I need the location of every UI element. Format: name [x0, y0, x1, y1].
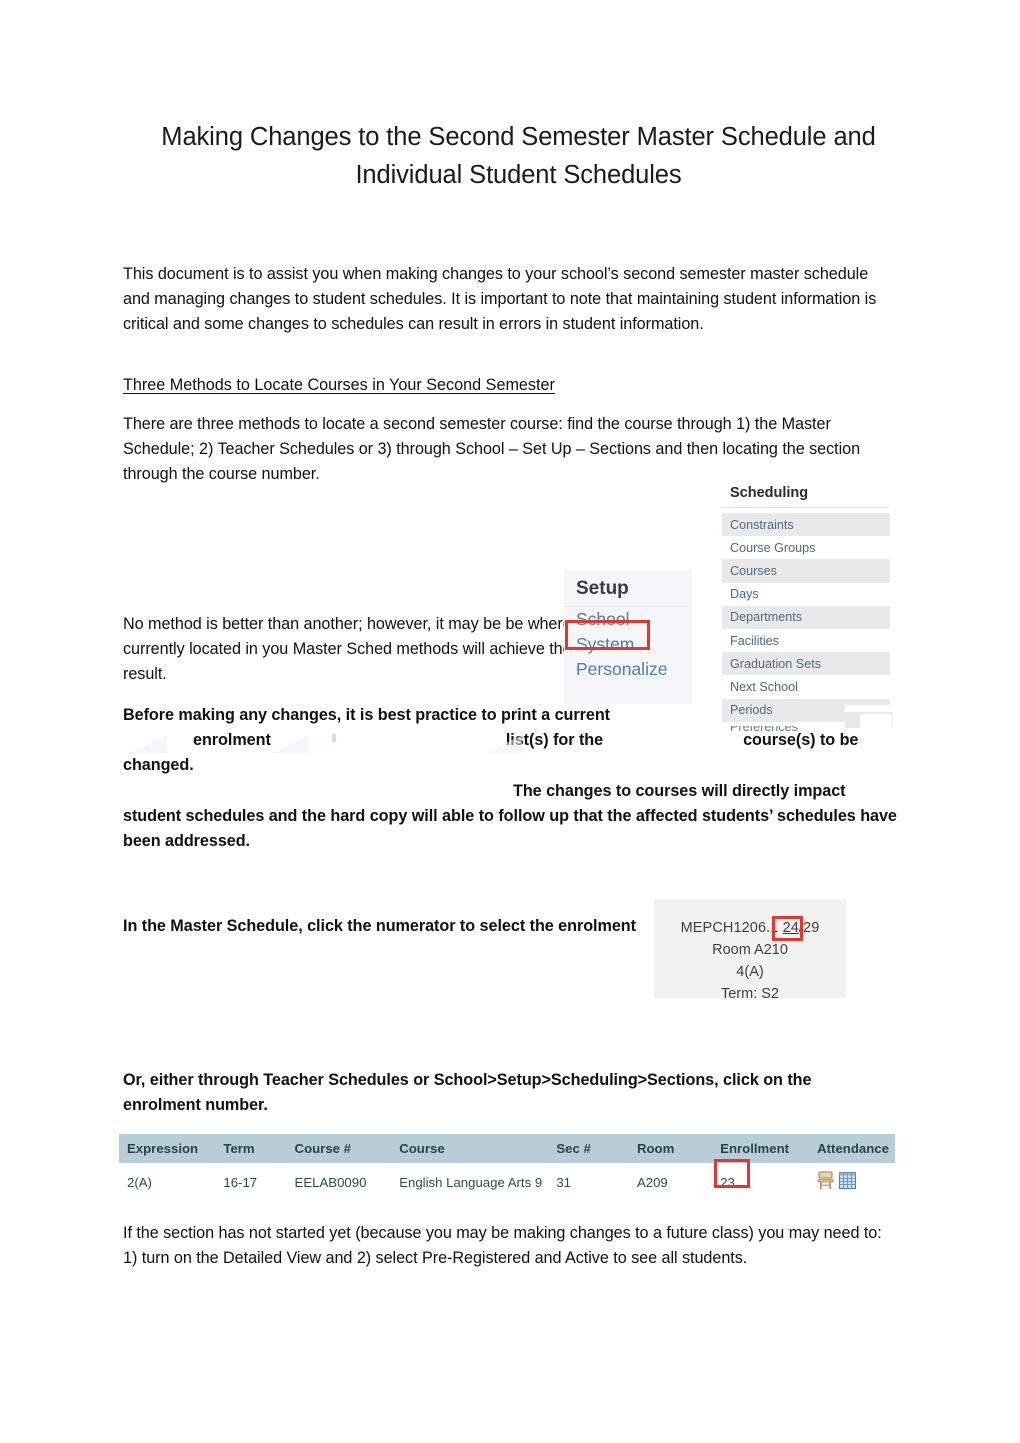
course-card-room: Room A210: [712, 942, 788, 958]
scheduling-panel-title: Scheduling: [722, 485, 890, 508]
residual-triangle-artifact: [486, 735, 522, 753]
column-header-course: Course: [391, 1134, 549, 1163]
cell-attendance: [809, 1163, 895, 1201]
column-header-attendance: Attendance: [809, 1134, 895, 1163]
best-practice-line2: The changes to courses will directly imp…: [513, 781, 846, 800]
methods-paragraph: There are three methods to locate a seco…: [123, 415, 861, 484]
cell-term: 16-17: [215, 1163, 287, 1201]
cell-sec-number: 31: [548, 1163, 629, 1201]
course-card-first-line: MEPCH1206.1 24/29: [654, 899, 846, 939]
cell-room: A209: [628, 1163, 713, 1201]
cell-course-number: EELAB0090: [286, 1163, 392, 1201]
best-practice-paragraph: Before making any changes, it is best pr…: [123, 703, 898, 854]
intro-paragraph: This document is to assist you when maki…: [123, 265, 877, 334]
teacher-schedules-instruction: Or, either through Teacher Schedules or …: [123, 1071, 812, 1115]
scheduling-panel-screenshot: Scheduling Constraints Course Groups Cou…: [722, 485, 890, 734]
desk-icon[interactable]: [817, 1171, 834, 1193]
sidebar-item-graduation-sets[interactable]: Graduation Sets: [722, 652, 890, 676]
best-practice-enrolment: enrolment: [193, 731, 271, 750]
column-header-room: Room: [628, 1134, 713, 1163]
column-header-sec-number: Sec #: [548, 1134, 629, 1163]
enrollment-highlight-box: [714, 1159, 750, 1188]
document-page: Making Changes to the Second Semester Ma…: [0, 0, 1020, 1443]
course-card-term: Term: S2: [720, 986, 779, 1002]
cell-expression: 2(A): [119, 1163, 216, 1201]
course-card-course-number: MEPCH1206.1: [680, 920, 779, 936]
residual-triangle-artifact: [131, 735, 167, 753]
sidebar-item-course-groups[interactable]: Course Groups: [722, 536, 890, 559]
residual-dot-artifact: [332, 734, 336, 742]
master-schedule-instruction: In the Master Schedule, click the numera…: [123, 917, 636, 935]
sidebar-item-courses[interactable]: Courses: [722, 559, 890, 583]
best-practice-line1: Before making any changes, it is best pr…: [123, 706, 611, 724]
table-header-row: Expression Term Course # Course Sec # Ro…: [119, 1134, 895, 1163]
methods-heading: Three Methods to Locate Courses in Your …: [123, 376, 555, 394]
column-header-expression: Expression: [119, 1134, 216, 1163]
table-row: 2(A) 16-17 EELAB0090 English Language Ar…: [119, 1163, 895, 1201]
sections-table-screenshot: Expression Term Course # Course Sec # Ro…: [119, 1134, 895, 1201]
best-practice-line3: student schedules and the hard copy will…: [123, 806, 897, 851]
sidebar-item-facilities[interactable]: Facilities: [722, 629, 890, 652]
sidebar-item-days[interactable]: Days: [722, 583, 890, 606]
sidebar-item-next-school[interactable]: Next School: [722, 675, 890, 698]
residual-triangle-artifact: [272, 735, 308, 753]
grid-icon[interactable]: [839, 1172, 857, 1192]
page-title: Making Changes to the Second Semester Ma…: [161, 123, 876, 189]
course-card-denominator: 29: [803, 920, 820, 936]
sidebar-item-departments[interactable]: Departments: [722, 605, 890, 629]
course-section-card-screenshot: MEPCH1206.1 24/29 Room A210 4(A) Term: S…: [654, 899, 846, 1002]
setup-popup-title: Setup: [564, 570, 692, 607]
numerator-highlight-box: [772, 916, 803, 941]
school-highlight-box: [565, 620, 650, 650]
cell-course: English Language Arts 9: [391, 1163, 549, 1201]
detailed-view-paragraph: If the section has not started yet (beca…: [123, 1224, 882, 1268]
column-header-term: Term: [215, 1134, 287, 1163]
course-card-expression: 4(A): [736, 964, 764, 980]
sidebar-item-constraints[interactable]: Constraints: [722, 513, 890, 537]
column-header-course-number: Course #: [286, 1134, 392, 1163]
setup-item-personalize[interactable]: Personalize: [564, 657, 692, 682]
attendance-icon-group: [817, 1171, 889, 1193]
